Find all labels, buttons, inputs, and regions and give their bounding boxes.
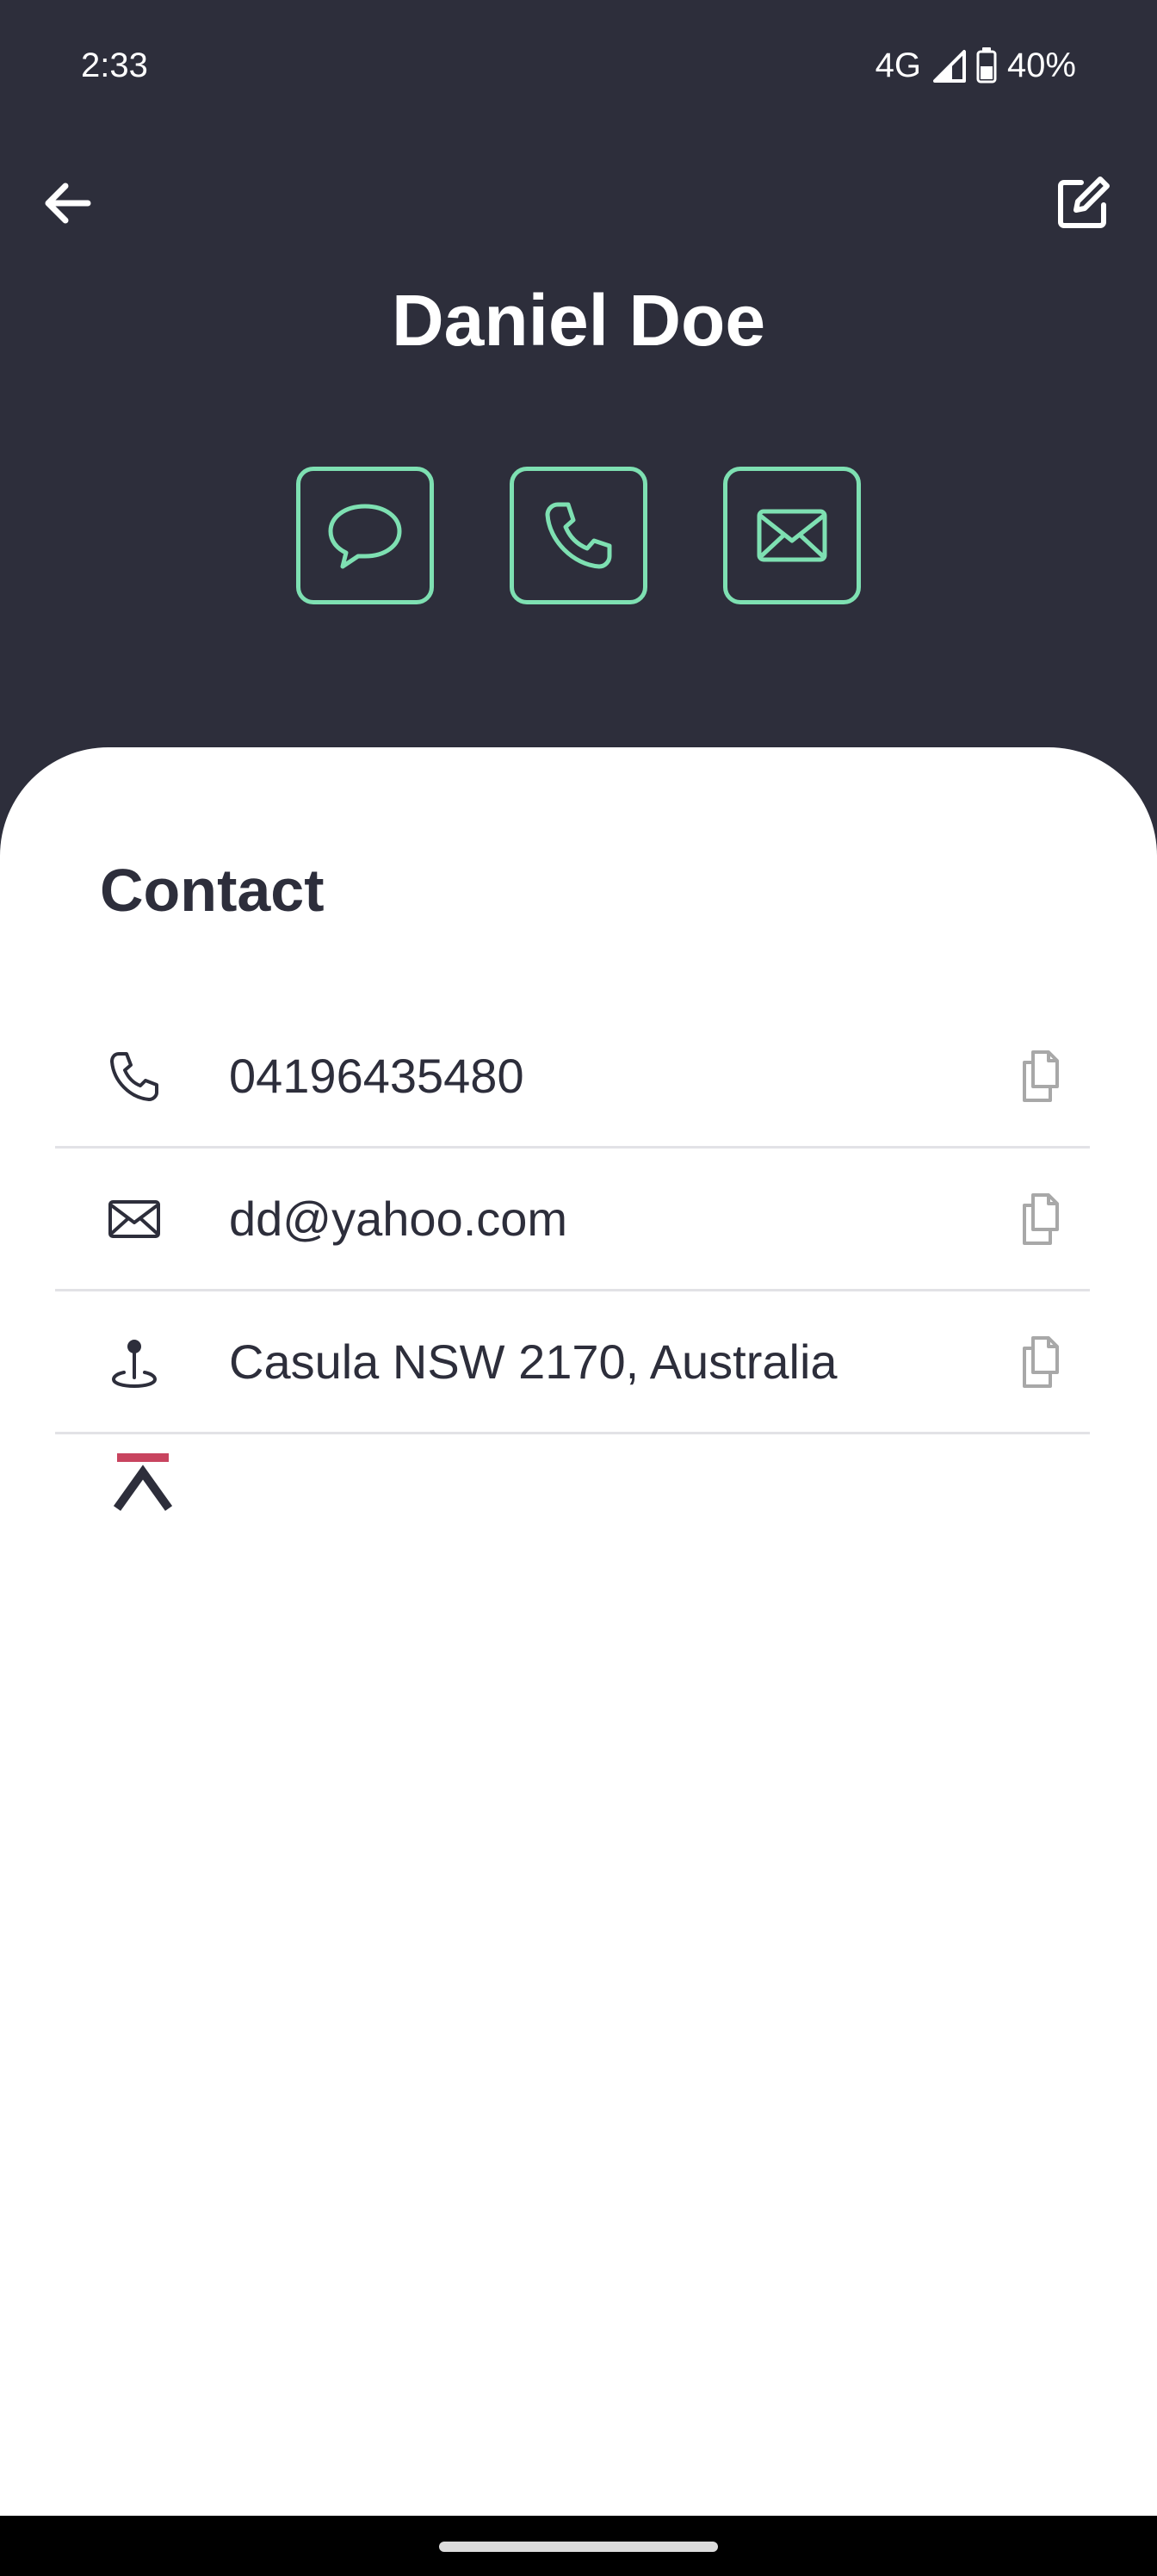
section-title: Contact — [100, 857, 325, 924]
signal-icon — [932, 50, 966, 83]
copy-icon — [1023, 1335, 1059, 1388]
copy-phone-button[interactable] — [1011, 1045, 1073, 1107]
location-pin-icon — [103, 1331, 165, 1393]
status-time: 2:33 — [81, 46, 148, 84]
status-bar: 2:33 4G 40% — [0, 0, 1157, 129]
copy-email-button[interactable] — [1011, 1188, 1073, 1250]
battery-level: 40% — [1006, 46, 1076, 84]
address-row[interactable]: Casula NSW 2170, Australia — [55, 1291, 1090, 1434]
system-nav-bar — [0, 2516, 1157, 2576]
brand-logo-icon — [107, 1445, 179, 1517]
phone-icon — [103, 1045, 165, 1107]
call-button[interactable] — [510, 467, 647, 604]
envelope-icon — [757, 509, 827, 562]
copy-address-button[interactable] — [1011, 1331, 1073, 1393]
envelope-icon — [103, 1188, 165, 1250]
copy-icon — [1023, 1050, 1059, 1102]
arrow-left-icon — [45, 183, 91, 224]
phone-icon — [545, 502, 612, 569]
email-row[interactable]: dd@yahoo.com — [55, 1149, 1090, 1291]
phone-number: 04196435480 — [229, 1048, 524, 1103]
copy-icon — [1023, 1192, 1059, 1245]
home-indicator[interactable] — [439, 2542, 718, 2552]
quick-actions — [0, 467, 1157, 604]
address: Casula NSW 2170, Australia — [229, 1334, 838, 1389]
edit-square-icon — [1058, 176, 1110, 228]
phone-row[interactable]: 04196435480 — [55, 1006, 1090, 1149]
battery-icon — [976, 47, 997, 84]
network-type: 4G — [875, 46, 921, 84]
status-indicators: 4G 40% — [875, 45, 1076, 86]
message-button[interactable] — [296, 467, 434, 604]
contact-name: Daniel Doe — [391, 280, 766, 361]
email-button[interactable] — [723, 467, 861, 604]
email-address: dd@yahoo.com — [229, 1191, 568, 1246]
contact-detail-screen: 2:33 4G 40% Daniel Doe Contact 041964354… — [0, 0, 1157, 2576]
edit-button[interactable] — [1042, 162, 1124, 245]
back-button[interactable] — [26, 162, 108, 245]
chat-bubble-icon — [328, 504, 402, 569]
contact-card: Contact 04196435480 dd@yahoo.com Casula … — [0, 747, 1157, 2516]
